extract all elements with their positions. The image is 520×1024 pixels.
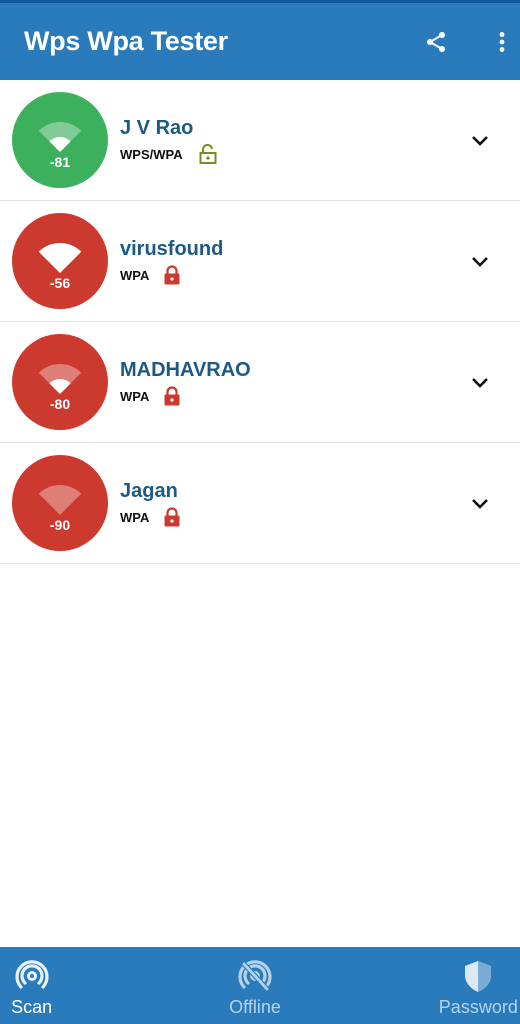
- security-type: WPA: [120, 388, 150, 404]
- app-root: Wps Wpa Tester -81 J V Rao WPS/WPA -56 virus…: [0, 0, 520, 1024]
- network-info: Jagan WPA: [120, 479, 181, 527]
- nav-item-password[interactable]: Password: [367, 947, 520, 1024]
- offline-icon: [238, 960, 272, 991]
- wifi-signal-icon: [38, 364, 82, 394]
- network-row[interactable]: -81 J V Rao WPS/WPA: [0, 80, 520, 201]
- expand-button[interactable]: [468, 249, 492, 273]
- share-icon: [427, 31, 445, 52]
- chevron-down-icon: [472, 378, 488, 388]
- wifi-signal-level: [38, 243, 82, 273]
- nav-item-offline[interactable]: Offline: [143, 947, 366, 1024]
- rssi-value: -80: [49, 396, 71, 412]
- security-line: WPA: [120, 507, 181, 527]
- chevron-down-icon: [472, 257, 488, 267]
- nav-label-scan: Scan: [11, 997, 53, 1017]
- security-type: WPS/WPA: [120, 146, 183, 162]
- more-options-button[interactable]: [480, 20, 520, 64]
- security-type: WPA: [120, 509, 150, 525]
- network-row[interactable]: -80 MADHAVRAO WPA: [0, 322, 520, 443]
- expand-button[interactable]: [468, 128, 492, 152]
- network-ssid: Jagan: [120, 480, 178, 502]
- nav-item-scan[interactable]: Scan: [0, 947, 143, 1024]
- network-info: virusfound WPA: [120, 237, 223, 285]
- wifi-signal-level: [49, 378, 71, 394]
- lock-icon: [163, 265, 181, 285]
- shield-icon: [465, 961, 492, 992]
- network-row[interactable]: -56 virusfound WPA: [0, 201, 520, 322]
- chevron-down-icon: [472, 136, 488, 146]
- app-bar: Wps Wpa Tester: [0, 0, 520, 80]
- wifi-signal-level: [49, 136, 71, 152]
- wifi-signal-background: [38, 485, 82, 515]
- security-line: WPA: [120, 265, 223, 285]
- security-type: WPA: [120, 267, 150, 283]
- network-info: MADHAVRAO WPA: [120, 358, 251, 406]
- lock-icon: [163, 507, 181, 527]
- wifi-signal-icon: [38, 243, 82, 273]
- network-ssid: MADHAVRAO: [120, 359, 251, 381]
- expand-button[interactable]: [468, 370, 492, 394]
- unlocked-icon: [199, 144, 217, 164]
- lock-icon: [163, 386, 181, 406]
- share-button[interactable]: [414, 20, 458, 64]
- security-line: WPS/WPA: [120, 144, 217, 164]
- network-ssid: J V Rao: [120, 117, 194, 139]
- rssi-value: -81: [49, 154, 71, 170]
- expand-button[interactable]: [468, 491, 492, 515]
- status-strip: [0, 0, 520, 3]
- bottom-navigation: Scan Offline Password: [0, 947, 520, 1024]
- app-title: Wps Wpa Tester: [24, 26, 228, 56]
- network-list: -81 J V Rao WPS/WPA -56 virusfound WPA -80 MADH…: [0, 80, 520, 564]
- network-row[interactable]: -90 Jagan WPA: [0, 443, 520, 564]
- network-ssid: virusfound: [120, 238, 224, 260]
- signal-badge: -81: [12, 92, 108, 188]
- signal-badge: -90: [12, 455, 108, 551]
- scan-icon: [15, 960, 49, 989]
- rssi-value: -90: [49, 517, 71, 533]
- nav-label-password: Password: [438, 997, 518, 1017]
- signal-badge: -56: [12, 213, 108, 309]
- network-info: J V Rao WPS/WPA: [120, 116, 217, 164]
- wifi-signal-icon: [38, 485, 82, 515]
- chevron-down-icon: [472, 499, 488, 509]
- wifi-signal-icon: [38, 122, 82, 152]
- signal-badge: -80: [12, 334, 108, 430]
- rssi-value: -56: [49, 275, 71, 291]
- security-line: WPA: [120, 386, 251, 406]
- more-vert-icon: [499, 31, 505, 52]
- nav-label-offline: Offline: [229, 997, 281, 1017]
